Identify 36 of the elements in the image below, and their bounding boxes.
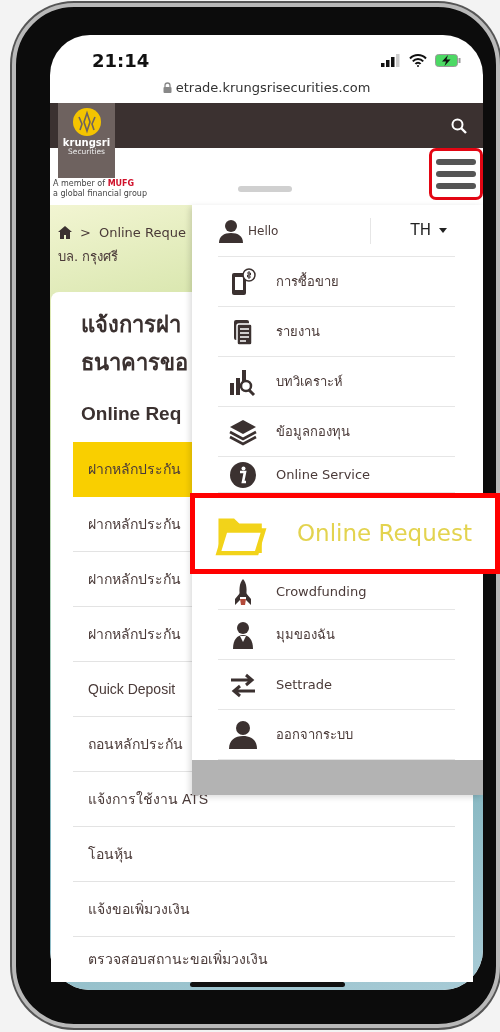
info-icon xyxy=(228,459,258,490)
nav-menu-item[interactable]: รายงาน xyxy=(218,307,455,357)
language-dropdown[interactable]: TH xyxy=(410,219,447,242)
lock-icon xyxy=(162,82,172,93)
logo-tagline: a global financial group xyxy=(53,188,147,199)
logo-name: krungsri xyxy=(61,137,112,148)
home-icon[interactable] xyxy=(58,226,72,240)
nav-menu-item[interactable]: Crowdfunding xyxy=(218,574,455,610)
wifi-icon xyxy=(409,53,427,67)
status-time: 21:14 xyxy=(92,48,150,73)
search-icon[interactable] xyxy=(451,117,467,134)
logo-tagline: A member of MUFG xyxy=(53,179,136,189)
nav-menu-item[interactable]: การซื้อขาย xyxy=(218,257,455,307)
battery-charging-icon xyxy=(435,53,461,67)
menu-list-item[interactable]: ตรวจสอบสถานะขอเพิ่มวงเงิน xyxy=(73,937,455,982)
menu-list-item[interactable]: โอนหุ้น xyxy=(73,827,455,882)
logo-emblem-icon xyxy=(71,107,102,137)
user-icon xyxy=(218,218,244,243)
breadcrumb-current: Online Reque xyxy=(98,224,186,242)
nav-menu-item[interactable]: ข้อมูลกองทุน xyxy=(218,407,455,457)
page-title-line: แจ้งการฝา xyxy=(81,311,181,339)
user-icon xyxy=(228,719,258,750)
signal-icon xyxy=(381,53,401,67)
caret-icon xyxy=(439,228,447,233)
greeting-text: Hello xyxy=(248,222,279,240)
url-text[interactable]: etrade.krungsrisecurities.com xyxy=(175,77,371,98)
menu-button[interactable] xyxy=(429,148,483,200)
company-name: บล. กรุงศรี xyxy=(57,247,120,266)
menu-list-item[interactable]: แจ้งขอเพิ่มวงเงิน xyxy=(73,882,455,937)
nav-menu-item[interactable]: มุมของฉัน xyxy=(218,610,455,660)
nav-menu-item[interactable]: บทวิเคราะห์ xyxy=(218,357,455,407)
drag-handle[interactable] xyxy=(238,186,292,192)
nav-menu-item[interactable]: Settrade xyxy=(218,660,455,710)
page-title-line: ธนาคารขอ xyxy=(81,349,188,377)
breadcrumb-separator: > xyxy=(80,224,91,242)
section-heading: Online Req xyxy=(81,402,182,426)
